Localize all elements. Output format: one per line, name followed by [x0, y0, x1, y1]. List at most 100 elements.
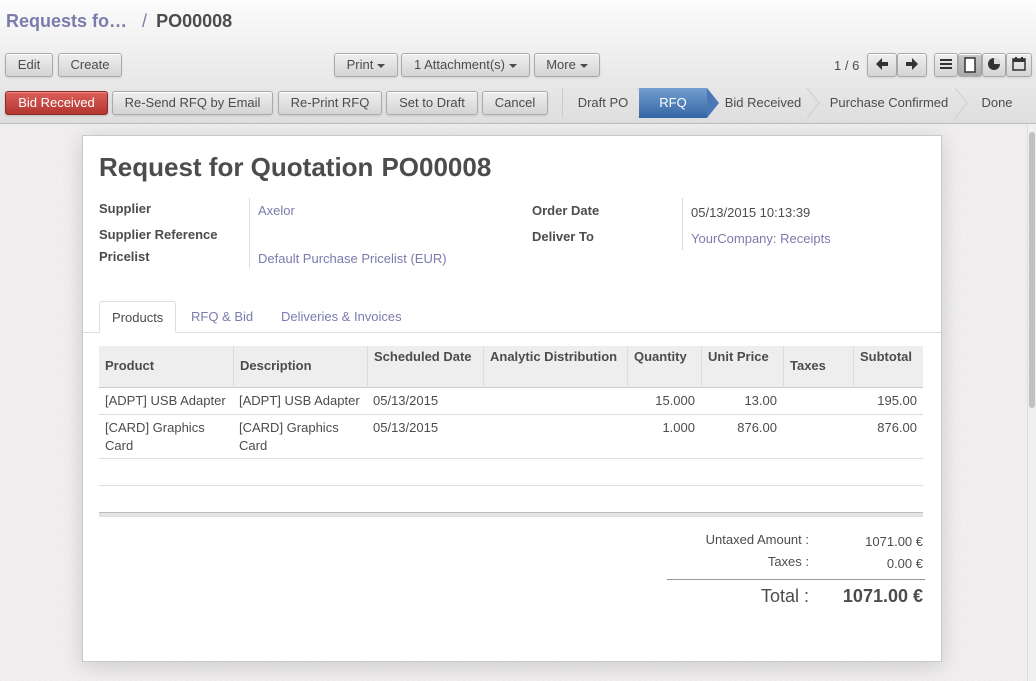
caret-down-icon [377, 63, 386, 68]
pricelist-label: Pricelist [99, 249, 150, 264]
cell-scheduled-date: 05/13/2015 [373, 393, 439, 408]
table-header: Product Description Scheduled Date Analy… [99, 346, 923, 388]
stage-bid-received[interactable]: Bid Received [715, 88, 811, 118]
stage-draft-po[interactable]: Draft PO [563, 88, 643, 118]
document-title: Request for Quotation [99, 152, 374, 182]
edit-button[interactable]: Edit [5, 53, 53, 77]
calendar-icon [1012, 57, 1026, 71]
cell-unit-price: 876.00 [737, 420, 777, 435]
total-value: 1071.00 € [842, 586, 923, 606]
pager-value[interactable]: 1 / 6 [834, 58, 859, 73]
untaxed-amount-label: Untaxed Amount : [705, 532, 809, 547]
deliver-to-label: Deliver To [532, 229, 594, 244]
cell-quantity: 1.000 [662, 420, 695, 435]
cell-product: [CARD] Graphics [105, 420, 205, 435]
column-divider [483, 346, 484, 388]
pager-previous-button[interactable] [867, 53, 897, 77]
column-divider [627, 346, 628, 388]
column-header-unit-price[interactable]: Unit Price [708, 349, 769, 364]
deliver-to-link[interactable]: YourCompany: Receipts [691, 231, 831, 246]
scrollbar-thumb[interactable] [1029, 132, 1035, 408]
tab-products[interactable]: Products [99, 301, 177, 333]
field-separator [682, 198, 683, 250]
column-header-scheduled-date[interactable]: Scheduled Date [374, 349, 472, 364]
field-separator [249, 198, 250, 268]
column-header-product[interactable]: Product [105, 358, 154, 373]
list-icon [940, 59, 952, 69]
list-view-button[interactable] [934, 53, 958, 77]
supplier-label: Supplier [99, 201, 152, 216]
order-date-value: 05/13/2015 10:13:39 [691, 205, 811, 220]
untaxed-amount-value: 1071.00 € [865, 534, 923, 549]
column-divider [783, 346, 784, 388]
page-title: Request for Quotation PO00008 [99, 152, 491, 183]
row-divider [99, 414, 923, 415]
pricelist-link[interactable]: Default Purchase Pricelist (EUR) [258, 251, 447, 266]
vertical-scrollbar[interactable] [1027, 124, 1036, 681]
order-date-label: Order Date [532, 203, 600, 218]
bid-received-button[interactable]: Bid Received [5, 91, 108, 115]
more-label: More [546, 57, 576, 72]
breadcrumb-parent-link[interactable]: Requests fo… [6, 11, 127, 31]
calendar-view-button[interactable] [1006, 53, 1032, 77]
total-divider [667, 579, 925, 580]
tab-deliveries-invoices[interactable]: Deliveries & Invoices [269, 301, 414, 333]
column-divider [233, 346, 234, 388]
stage-rfq[interactable]: RFQ [639, 88, 707, 118]
column-header-subtotal[interactable]: Subtotal [860, 349, 912, 364]
cell-subtotal: 195.00 [877, 393, 917, 408]
arrow-left-icon [876, 58, 888, 70]
stage-divider-icon [807, 88, 820, 118]
taxes-label: Taxes : [767, 554, 809, 569]
row-divider [99, 485, 923, 486]
cell-subtotal: 876.00 [877, 420, 917, 435]
column-divider [853, 346, 854, 388]
column-divider [701, 346, 702, 388]
attachments-button[interactable]: 1 Attachment(s) [401, 53, 530, 77]
attachments-label: 1 Attachment(s) [413, 57, 506, 72]
stage-divider-icon [955, 88, 968, 118]
stage-purchase-confirmed[interactable]: Purchase Confirmed [821, 88, 957, 118]
resend-rfq-button[interactable]: Re-Send RFQ by Email [112, 91, 273, 115]
more-button[interactable]: More [534, 53, 600, 77]
form-sheet: Request for Quotation PO00008 Supplier Su… [82, 135, 942, 662]
caret-down-icon [509, 63, 518, 68]
cell-unit-price: 13.00 [744, 393, 777, 408]
set-to-draft-button[interactable]: Set to Draft [386, 91, 478, 115]
cell-product-cont: Card [105, 438, 134, 453]
cell-product: [ADPT] USB Adapter [105, 393, 226, 408]
column-header-taxes[interactable]: Taxes [790, 358, 826, 373]
stage-done[interactable]: Done [969, 88, 1025, 118]
form-view-button[interactable] [958, 53, 982, 77]
row-divider [99, 458, 923, 459]
column-header-analytic-distribution[interactable]: Analytic Distribution [490, 349, 617, 364]
supplier-reference-label: Supplier Reference [99, 227, 218, 242]
arrow-right-icon [906, 58, 918, 70]
cell-description: [ADPT] USB Adapter [239, 393, 360, 408]
control-panel: Requests fo… / PO00008 Edit Create Print… [0, 0, 1036, 124]
breadcrumb-separator: / [142, 11, 148, 31]
form-icon [964, 57, 976, 73]
breadcrumb-current: PO00008 [156, 11, 233, 31]
pie-chart-icon [988, 58, 1000, 70]
column-header-description[interactable]: Description [240, 358, 312, 373]
cell-scheduled-date: 05/13/2015 [373, 420, 439, 435]
reprint-rfq-button[interactable]: Re-Print RFQ [278, 91, 382, 115]
print-button[interactable]: Print [334, 53, 398, 77]
cell-quantity: 15.000 [655, 393, 695, 408]
document-number: PO00008 [381, 152, 492, 182]
breadcrumb: Requests fo… / PO00008 [6, 8, 232, 34]
supplier-link[interactable]: Axelor [258, 203, 295, 218]
column-header-quantity[interactable]: Quantity [634, 349, 687, 364]
status-bar: Draft PO RFQ Bid Received Purchase Confi… [562, 88, 1036, 118]
create-button[interactable]: Create [58, 53, 122, 77]
caret-down-icon [579, 63, 588, 68]
tab-rfq-bid[interactable]: RFQ & Bid [179, 301, 265, 333]
graph-view-button[interactable] [982, 53, 1006, 77]
pager-next-button[interactable] [897, 53, 927, 77]
cell-description: [CARD] Graphics [239, 420, 339, 435]
cell-description-cont: Card [239, 438, 268, 453]
cancel-button[interactable]: Cancel [482, 91, 548, 115]
column-divider [367, 346, 368, 388]
taxes-value: 0.00 € [886, 556, 923, 571]
